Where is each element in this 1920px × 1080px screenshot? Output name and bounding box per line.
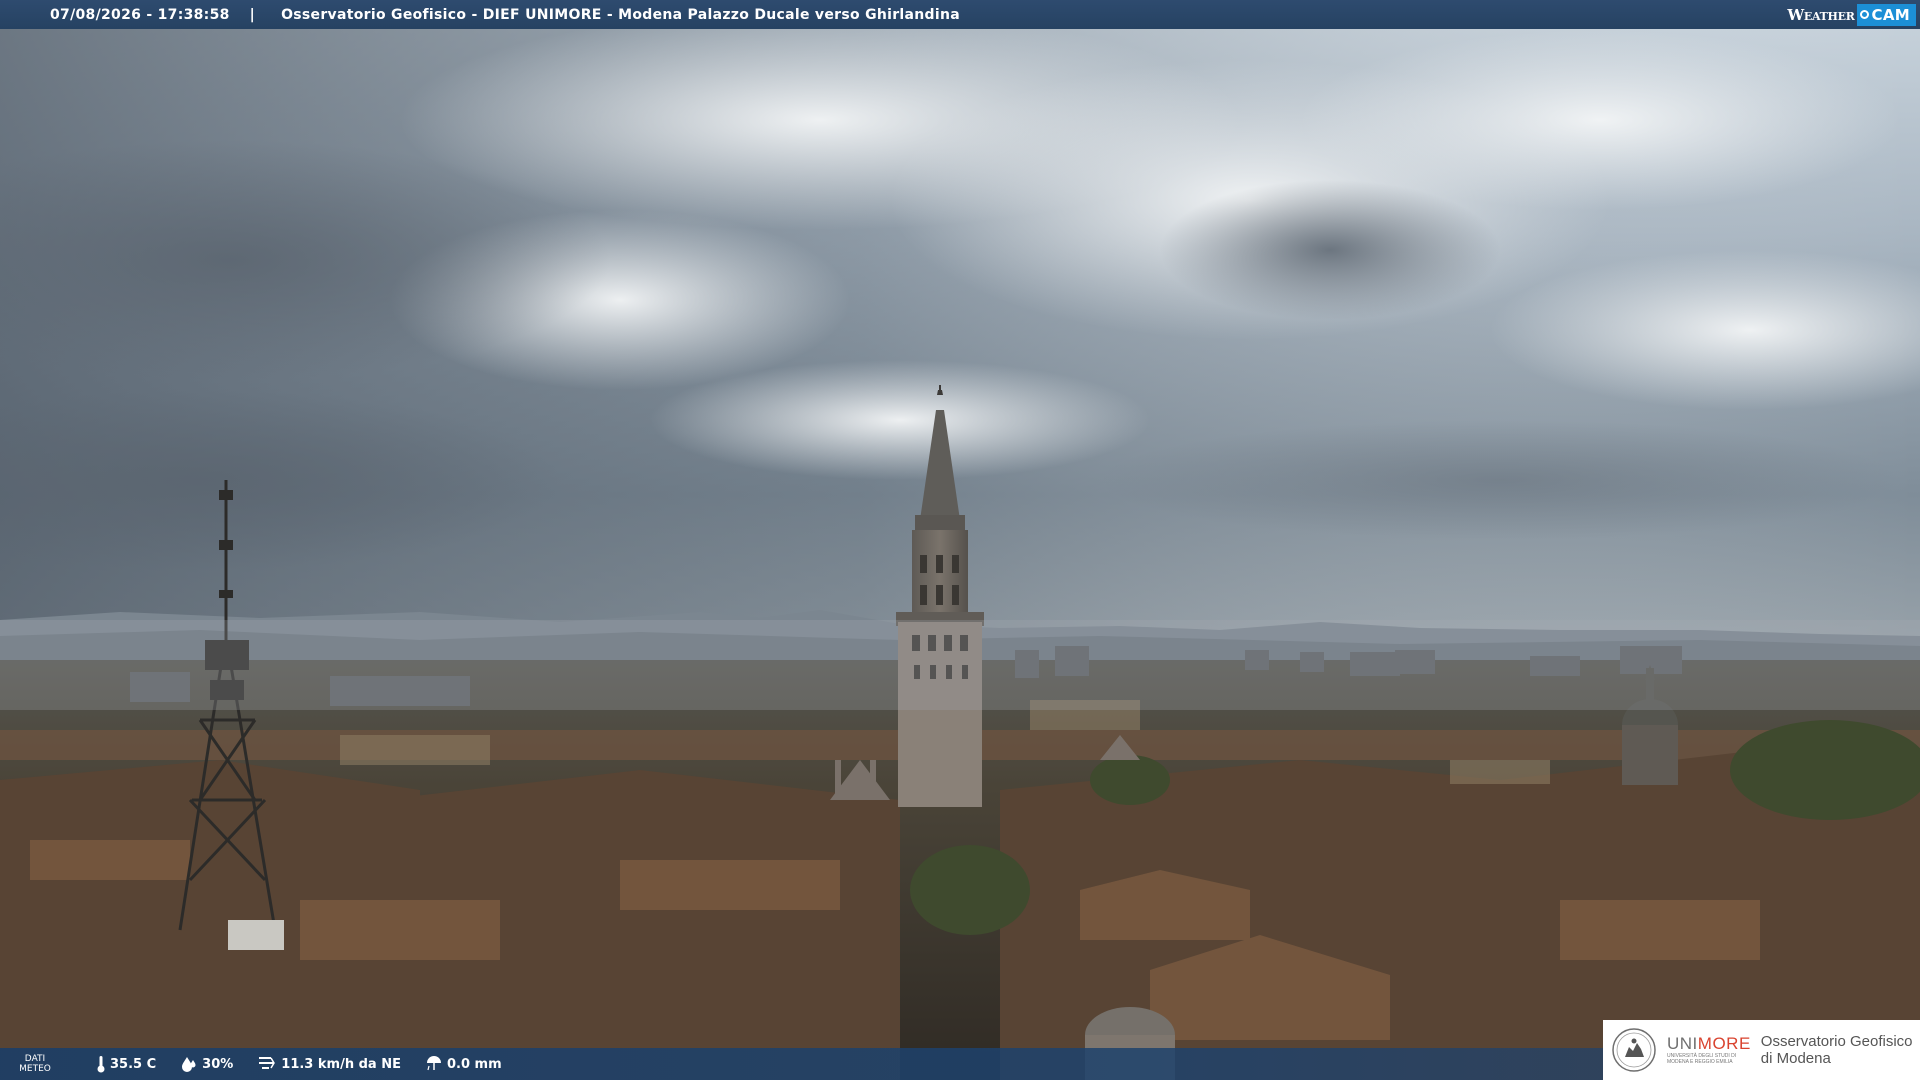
weather-data-label: DATI METEO [18,1054,52,1074]
weathercam-logo[interactable]: Weather CAM [1787,0,1920,29]
unimore-subtitle: UNIVERSITÀ DEGLI STUDI DI MODENA E REGGI… [1667,1053,1751,1065]
rain-reading: 0.0 mm [425,1055,502,1073]
webcam-viewer: 07/08/2026 - 17:38:58 | Osservatorio Geo… [0,0,1920,1080]
weathercam-logo-cam-badge: CAM [1856,3,1916,26]
observatory-name-line1: Osservatorio Geofisico [1760,1033,1913,1050]
weather-data-label-line1: DATI [24,1054,46,1064]
unimore-wordmark-more: MORE [1697,1034,1751,1053]
rain-gauge-icon [426,1056,441,1071]
university-seal-icon [1612,1028,1656,1072]
unimore-logo-panel[interactable]: UNIMORE UNIVERSITÀ DEGLI STUDI DI MODENA… [1603,1020,1920,1080]
camera-location-title: Osservatorio Geofisico - DIEF UNIMORE - … [281,6,960,23]
title-separator: | [249,6,256,23]
weather-data-label-line2: METEO [19,1064,51,1074]
wind-icon [259,1057,276,1069]
unimore-brand: UNIMORE UNIVERSITÀ DEGLI STUDI DI MODENA… [1667,1035,1751,1066]
weathercam-logo-cam: CAM [1871,5,1910,24]
rain-value: 0.0 mm [446,1056,502,1072]
weathercam-logo-weather: Weather [1787,5,1855,24]
observatory-name: Osservatorio Geofisico di Modena [1761,1033,1913,1067]
unimore-subtitle-line2: MODENA E REGGIO EMILIA [1667,1059,1733,1065]
wind-value: 11.3 km/h da NE [281,1056,401,1072]
humidity-reading: 30% [180,1055,233,1073]
camera-lens-icon [1859,10,1869,19]
unimore-wordmark-uni: UNI [1667,1034,1698,1053]
temperature-value: 35.5 C [110,1056,157,1072]
wind-reading: 11.3 km/h da NE [257,1055,401,1073]
humidity-value: 30% [202,1056,234,1072]
unimore-wordmark: UNIMORE [1667,1035,1751,1053]
observatory-name-line2: di Modena [1760,1050,1831,1067]
webcam-photo [0,0,1920,1080]
top-info-bar: 07/08/2026 - 17:38:58 | Osservatorio Geo… [0,0,1920,29]
thermometer-icon [97,1056,105,1073]
temperature-reading: 35.5 C [96,1055,156,1073]
timestamp: 07/08/2026 - 17:38:58 [50,6,230,23]
humidity-icon [182,1057,196,1072]
